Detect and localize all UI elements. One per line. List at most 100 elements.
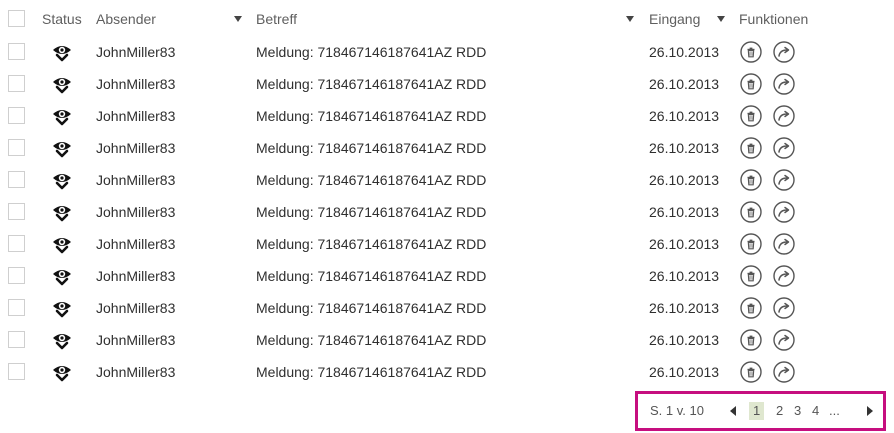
select-all-checkbox[interactable] xyxy=(8,10,25,27)
table-row[interactable]: JohnMiller83 Meldung: 718467146187641AZ R… xyxy=(0,68,894,100)
row-betreff[interactable]: Meldung: 718467146187641AZ RDD xyxy=(256,196,486,228)
forward-arrow-icon[interactable] xyxy=(773,105,795,127)
row-betreff[interactable]: Meldung: 718467146187641AZ RDD xyxy=(256,356,486,388)
row-eingang: 26.10.2013 xyxy=(649,172,720,188)
row-absender[interactable]: JohnMiller83 xyxy=(96,324,175,356)
row-absender[interactable]: JohnMiller83 xyxy=(96,356,175,388)
forward-arrow-icon[interactable] xyxy=(773,265,795,287)
page-4[interactable]: 4 xyxy=(812,394,819,428)
trash-icon[interactable] xyxy=(740,169,762,191)
read-eye-icon xyxy=(51,201,73,223)
read-eye-icon xyxy=(51,105,73,127)
row-absender[interactable]: JohnMiller83 xyxy=(96,196,175,228)
row-betreff[interactable]: Meldung: 718467146187641AZ RDD xyxy=(256,36,486,68)
row-absender[interactable]: JohnMiller83 xyxy=(96,228,175,260)
row-betreff[interactable]: Meldung: 718467146187641AZ RDD xyxy=(256,260,486,292)
read-eye-icon xyxy=(51,265,73,287)
row-checkbox[interactable] xyxy=(8,203,25,220)
table-row[interactable]: JohnMiller83 Meldung: 718467146187641AZ R… xyxy=(0,132,894,164)
header-status[interactable]: Status xyxy=(42,3,82,35)
forward-arrow-icon[interactable] xyxy=(773,361,795,383)
read-eye-icon xyxy=(51,361,73,383)
row-betreff[interactable]: Meldung: 718467146187641AZ RDD xyxy=(256,132,486,164)
trash-icon[interactable] xyxy=(740,201,762,223)
table-row[interactable]: JohnMiller83 Meldung: 718467146187641AZ R… xyxy=(0,196,894,228)
row-eingang: 26.10.2013 xyxy=(649,44,720,60)
row-checkbox[interactable] xyxy=(8,363,25,380)
table-row[interactable]: JohnMiller83 Meldung: 718467146187641AZ R… xyxy=(0,356,894,388)
row-checkbox[interactable] xyxy=(8,107,25,124)
table-row[interactable]: JohnMiller83 Meldung: 718467146187641AZ R… xyxy=(0,260,894,292)
trash-icon[interactable] xyxy=(740,105,762,127)
page-2[interactable]: 2 xyxy=(776,394,783,428)
row-eingang: 26.10.2013 xyxy=(649,108,720,124)
row-checkbox[interactable] xyxy=(8,139,25,156)
row-eingang: 26.10.2013 xyxy=(649,140,720,156)
row-betreff[interactable]: Meldung: 718467146187641AZ RDD xyxy=(256,164,486,196)
sort-eingang-icon[interactable] xyxy=(717,16,725,22)
row-absender[interactable]: JohnMiller83 xyxy=(96,36,175,68)
forward-arrow-icon[interactable] xyxy=(773,233,795,255)
row-betreff[interactable]: Meldung: 718467146187641AZ RDD xyxy=(256,324,486,356)
row-betreff[interactable]: Meldung: 718467146187641AZ RDD xyxy=(256,68,486,100)
header-eingang[interactable]: Eingang xyxy=(649,3,700,35)
table-row[interactable]: JohnMiller83 Meldung: 718467146187641AZ R… xyxy=(0,292,894,324)
row-eingang: 26.10.2013 xyxy=(649,236,720,252)
row-absender[interactable]: JohnMiller83 xyxy=(96,292,175,324)
row-checkbox[interactable] xyxy=(8,43,25,60)
row-betreff[interactable]: Meldung: 718467146187641AZ RDD xyxy=(256,292,486,324)
trash-icon[interactable] xyxy=(740,361,762,383)
header-betreff[interactable]: Betreff xyxy=(256,3,297,35)
forward-arrow-icon[interactable] xyxy=(773,137,795,159)
read-eye-icon xyxy=(51,329,73,351)
read-eye-icon xyxy=(51,233,73,255)
forward-arrow-icon[interactable] xyxy=(773,41,795,63)
row-checkbox[interactable] xyxy=(8,267,25,284)
trash-icon[interactable] xyxy=(740,233,762,255)
row-eingang: 26.10.2013 xyxy=(649,204,720,220)
row-absender[interactable]: JohnMiller83 xyxy=(96,260,175,292)
sort-betreff-icon[interactable] xyxy=(626,16,634,22)
row-betreff[interactable]: Meldung: 718467146187641AZ RDD xyxy=(256,100,486,132)
table-header: Status Absender Betreff Eingang Funktion… xyxy=(0,3,894,35)
trash-icon[interactable] xyxy=(740,73,762,95)
row-checkbox[interactable] xyxy=(8,75,25,92)
trash-icon[interactable] xyxy=(740,265,762,287)
row-absender[interactable]: JohnMiller83 xyxy=(96,164,175,196)
forward-arrow-icon[interactable] xyxy=(773,201,795,223)
row-absender[interactable]: JohnMiller83 xyxy=(96,132,175,164)
table-row[interactable]: JohnMiller83 Meldung: 718467146187641AZ R… xyxy=(0,164,894,196)
table-row[interactable]: JohnMiller83 Meldung: 718467146187641AZ R… xyxy=(0,100,894,132)
forward-arrow-icon[interactable] xyxy=(773,329,795,351)
table-row[interactable]: JohnMiller83 Meldung: 718467146187641AZ R… xyxy=(0,228,894,260)
trash-icon[interactable] xyxy=(740,41,762,63)
header-absender[interactable]: Absender xyxy=(96,3,156,35)
row-checkbox[interactable] xyxy=(8,299,25,316)
row-checkbox[interactable] xyxy=(8,171,25,188)
forward-arrow-icon[interactable] xyxy=(773,169,795,191)
next-page-icon[interactable] xyxy=(867,406,873,416)
row-checkbox[interactable] xyxy=(8,331,25,348)
row-eingang: 26.10.2013 xyxy=(649,268,720,284)
page-ellipsis[interactable]: ... xyxy=(829,394,840,428)
trash-icon[interactable] xyxy=(740,297,762,319)
header-funktionen: Funktionen xyxy=(739,11,809,27)
table-row[interactable]: JohnMiller83 Meldung: 718467146187641AZ R… xyxy=(0,324,894,356)
row-absender[interactable]: JohnMiller83 xyxy=(96,100,175,132)
row-absender[interactable]: JohnMiller83 xyxy=(96,68,175,100)
page-summary: S. 1 v. 10 xyxy=(650,403,704,418)
forward-arrow-icon[interactable] xyxy=(773,297,795,319)
table-row[interactable]: JohnMiller83 Meldung: 718467146187641AZ R… xyxy=(0,36,894,68)
read-eye-icon xyxy=(51,297,73,319)
prev-page-icon[interactable] xyxy=(730,406,736,416)
sort-absender-icon[interactable] xyxy=(234,16,242,22)
page-1[interactable]: 1 xyxy=(749,402,765,420)
row-eingang: 26.10.2013 xyxy=(649,364,720,380)
trash-icon[interactable] xyxy=(740,329,762,351)
row-betreff[interactable]: Meldung: 718467146187641AZ RDD xyxy=(256,228,486,260)
page-3[interactable]: 3 xyxy=(794,394,801,428)
trash-icon[interactable] xyxy=(740,137,762,159)
row-checkbox[interactable] xyxy=(8,235,25,252)
forward-arrow-icon[interactable] xyxy=(773,73,795,95)
read-eye-icon xyxy=(51,73,73,95)
